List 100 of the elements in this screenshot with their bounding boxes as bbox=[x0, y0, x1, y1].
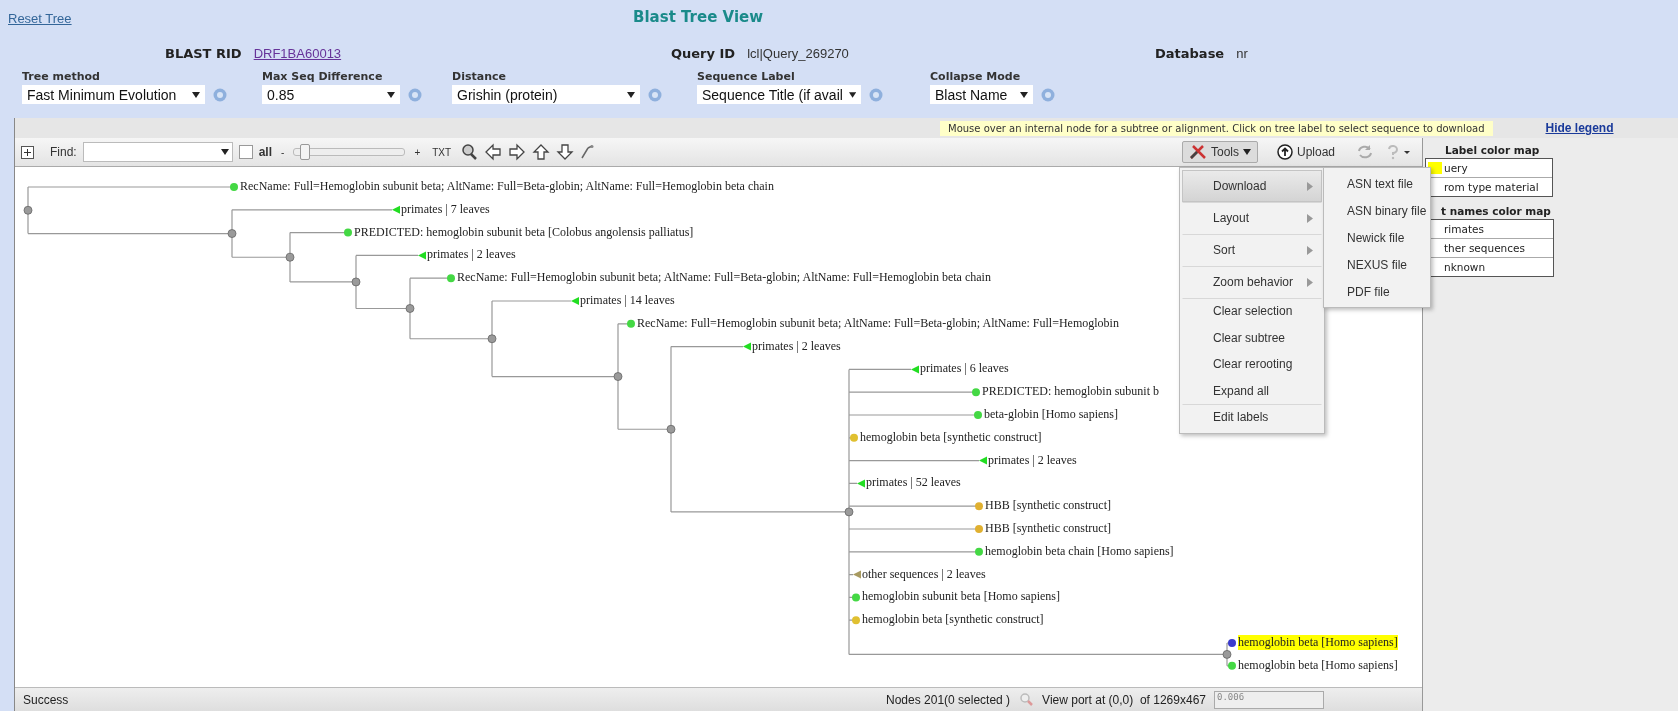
text-view-button[interactable]: TXT bbox=[429, 146, 455, 158]
zoom-out-button[interactable]: - bbox=[278, 146, 288, 158]
collapsed-marker[interactable] bbox=[392, 205, 400, 214]
leaf-label[interactable]: primates | 2 leaves bbox=[427, 247, 516, 263]
leaf-label[interactable]: RecName: Full=Hemoglobin subunit beta; AltName: Full=Beta-globin; AltName: Full=Hemoglobin bbox=[637, 315, 1119, 331]
menu-item[interactable]: ASN text file bbox=[1326, 170, 1428, 197]
leaf-marker[interactable] bbox=[1228, 639, 1236, 647]
menu-item[interactable]: PDF file bbox=[1326, 278, 1428, 305]
leaf-marker[interactable] bbox=[975, 525, 983, 533]
leaf-marker[interactable] bbox=[852, 593, 860, 602]
menu-item[interactable]: Zoom behavior bbox=[1182, 266, 1322, 298]
help-icon[interactable] bbox=[869, 87, 883, 102]
menu-item[interactable]: Clear rerooting bbox=[1182, 351, 1322, 378]
leaf-label[interactable]: beta-globin [Homo sapiens] bbox=[984, 407, 1118, 422]
node-marker[interactable] bbox=[23, 205, 33, 215]
node-marker[interactable] bbox=[227, 229, 237, 238]
leaf-marker[interactable] bbox=[344, 228, 352, 237]
help-icon[interactable] bbox=[408, 87, 422, 102]
menu-item[interactable]: Newick file bbox=[1326, 224, 1428, 251]
menu-item[interactable]: NEXUS file bbox=[1326, 251, 1428, 278]
help-icon[interactable] bbox=[1041, 87, 1055, 102]
leaf-label[interactable]: other sequences | 2 leaves bbox=[862, 566, 986, 582]
leaf-label[interactable]: primates | 14 leaves bbox=[580, 293, 675, 308]
leaf-marker[interactable] bbox=[975, 502, 983, 511]
node-marker[interactable] bbox=[844, 507, 854, 517]
help-icon[interactable] bbox=[648, 87, 662, 102]
help-menu-icon[interactable] bbox=[1386, 144, 1412, 160]
collapsed-marker[interactable] bbox=[979, 456, 987, 465]
info-link[interactable]: DRF1BA60013 bbox=[253, 45, 342, 61]
leaf-label[interactable]: hemoglobin beta [synthetic construct] bbox=[862, 612, 1044, 628]
node-marker[interactable] bbox=[1222, 650, 1232, 659]
setting-select[interactable]: Blast Name bbox=[930, 85, 1033, 104]
leaf-label[interactable]: hemoglobin beta [Homo sapiens] bbox=[1238, 657, 1398, 673]
node-marker[interactable] bbox=[613, 372, 623, 381]
leaf-label[interactable]: primates | 52 leaves bbox=[866, 475, 961, 491]
leaf-label[interactable]: primates | 6 leaves bbox=[920, 361, 1009, 377]
leaf-label[interactable]: hemoglobin beta chain [Homo sapiens] bbox=[985, 543, 1174, 559]
node-marker[interactable] bbox=[351, 277, 361, 287]
collapsed-marker[interactable] bbox=[911, 365, 919, 374]
hide-legend-link[interactable]: Hide legend bbox=[1545, 121, 1614, 135]
node-marker[interactable] bbox=[285, 252, 295, 262]
setting-select[interactable]: 0.85 bbox=[262, 85, 400, 104]
leaf-label[interactable]: primates | 2 leaves bbox=[752, 338, 841, 354]
help-icon[interactable] bbox=[213, 87, 227, 102]
refresh-icon[interactable] bbox=[1356, 144, 1374, 160]
leaf-marker[interactable] bbox=[230, 183, 238, 191]
leaf-marker[interactable] bbox=[850, 433, 858, 442]
node-marker[interactable] bbox=[487, 334, 497, 344]
arrow-icon[interactable] bbox=[484, 143, 503, 161]
all-checkbox[interactable] bbox=[238, 145, 253, 159]
leaf-marker[interactable] bbox=[1228, 661, 1236, 670]
leaf-label[interactable]: PREDICTED: hemoglobin subunit beta [Colobus angolensis palliatus] bbox=[354, 224, 694, 240]
leaf-label[interactable]: HBB [synthetic construct] bbox=[985, 521, 1111, 536]
zoom-icon[interactable] bbox=[1018, 691, 1035, 708]
leaf-marker[interactable] bbox=[974, 411, 982, 419]
expand-icon[interactable] bbox=[21, 145, 34, 159]
leaf-label[interactable]: hemoglobin beta [synthetic construct] bbox=[860, 429, 1042, 445]
menu-item[interactable]: Sort bbox=[1182, 234, 1322, 266]
node-marker[interactable] bbox=[405, 304, 415, 313]
menu-item[interactable]: Clear subtree bbox=[1182, 324, 1322, 351]
leaf-label[interactable]: hemoglobin subunit beta [Homo sapiens] bbox=[862, 589, 1060, 605]
upload-button[interactable]: Upload bbox=[1269, 141, 1342, 163]
menu-item[interactable]: ASN binary file bbox=[1326, 197, 1428, 224]
setting-select[interactable]: Sequence Title (if avail bbox=[697, 85, 861, 104]
menu-item[interactable]: Clear selection bbox=[1182, 298, 1322, 325]
tools-button[interactable]: Tools bbox=[1181, 141, 1258, 163]
menu-item[interactable]: Download bbox=[1182, 170, 1322, 202]
arrow-icon[interactable] bbox=[508, 143, 527, 161]
setting-select[interactable]: Fast Minimum Evolution bbox=[22, 85, 205, 104]
leaf-label[interactable]: HBB [synthetic construct] bbox=[985, 498, 1111, 514]
leaf-label[interactable]: hemoglobin beta [Homo sapiens] bbox=[1238, 635, 1398, 650]
caret-icon bbox=[1242, 149, 1251, 155]
leaf-marker[interactable] bbox=[447, 274, 455, 283]
leaf-label[interactable]: primates | 2 leaves bbox=[988, 452, 1077, 468]
menu-item[interactable]: Layout bbox=[1182, 202, 1322, 234]
find-field[interactable] bbox=[82, 142, 233, 162]
leaf-label[interactable]: PREDICTED: hemoglobin subunit b bbox=[982, 384, 1159, 400]
leaf-marker[interactable] bbox=[627, 319, 635, 328]
leaf-marker[interactable] bbox=[972, 388, 980, 397]
setting-select[interactable]: Grishin (protein) bbox=[452, 85, 640, 104]
leaf-marker[interactable] bbox=[852, 616, 860, 625]
magnifier-icon[interactable] bbox=[460, 143, 479, 161]
collapsed-marker[interactable] bbox=[418, 251, 426, 260]
leaf-label[interactable]: RecName: Full=Hemoglobin subunit beta; AltName: Full=Beta-globin; AltName: Full=Hemoglobin beta chain bbox=[457, 270, 991, 286]
zoom-in-button[interactable]: + bbox=[411, 146, 424, 158]
menu-item[interactable]: Edit labels bbox=[1182, 404, 1322, 431]
arrow-icon[interactable] bbox=[556, 143, 575, 161]
collapsed-marker[interactable] bbox=[743, 342, 751, 351]
leaf-label[interactable]: primates | 7 leaves bbox=[401, 201, 490, 217]
collapsed-marker[interactable] bbox=[853, 570, 861, 579]
collapsed-marker[interactable] bbox=[857, 479, 865, 488]
collapsed-marker[interactable] bbox=[571, 297, 579, 305]
pointer-icon[interactable] bbox=[580, 144, 595, 160]
menu-item[interactable]: Expand all bbox=[1182, 377, 1322, 404]
leaf-label[interactable]: RecName: Full=Hemoglobin subunit beta; AltName: Full=Beta-globin; AltName: Full=Hemoglobin beta chain bbox=[240, 179, 774, 194]
slider-thumb[interactable] bbox=[299, 144, 310, 160]
node-marker[interactable] bbox=[666, 424, 676, 434]
arrow-icon[interactable] bbox=[532, 143, 551, 161]
reset-tree-link[interactable]: Reset Tree bbox=[8, 10, 72, 26]
leaf-marker[interactable] bbox=[975, 547, 983, 556]
